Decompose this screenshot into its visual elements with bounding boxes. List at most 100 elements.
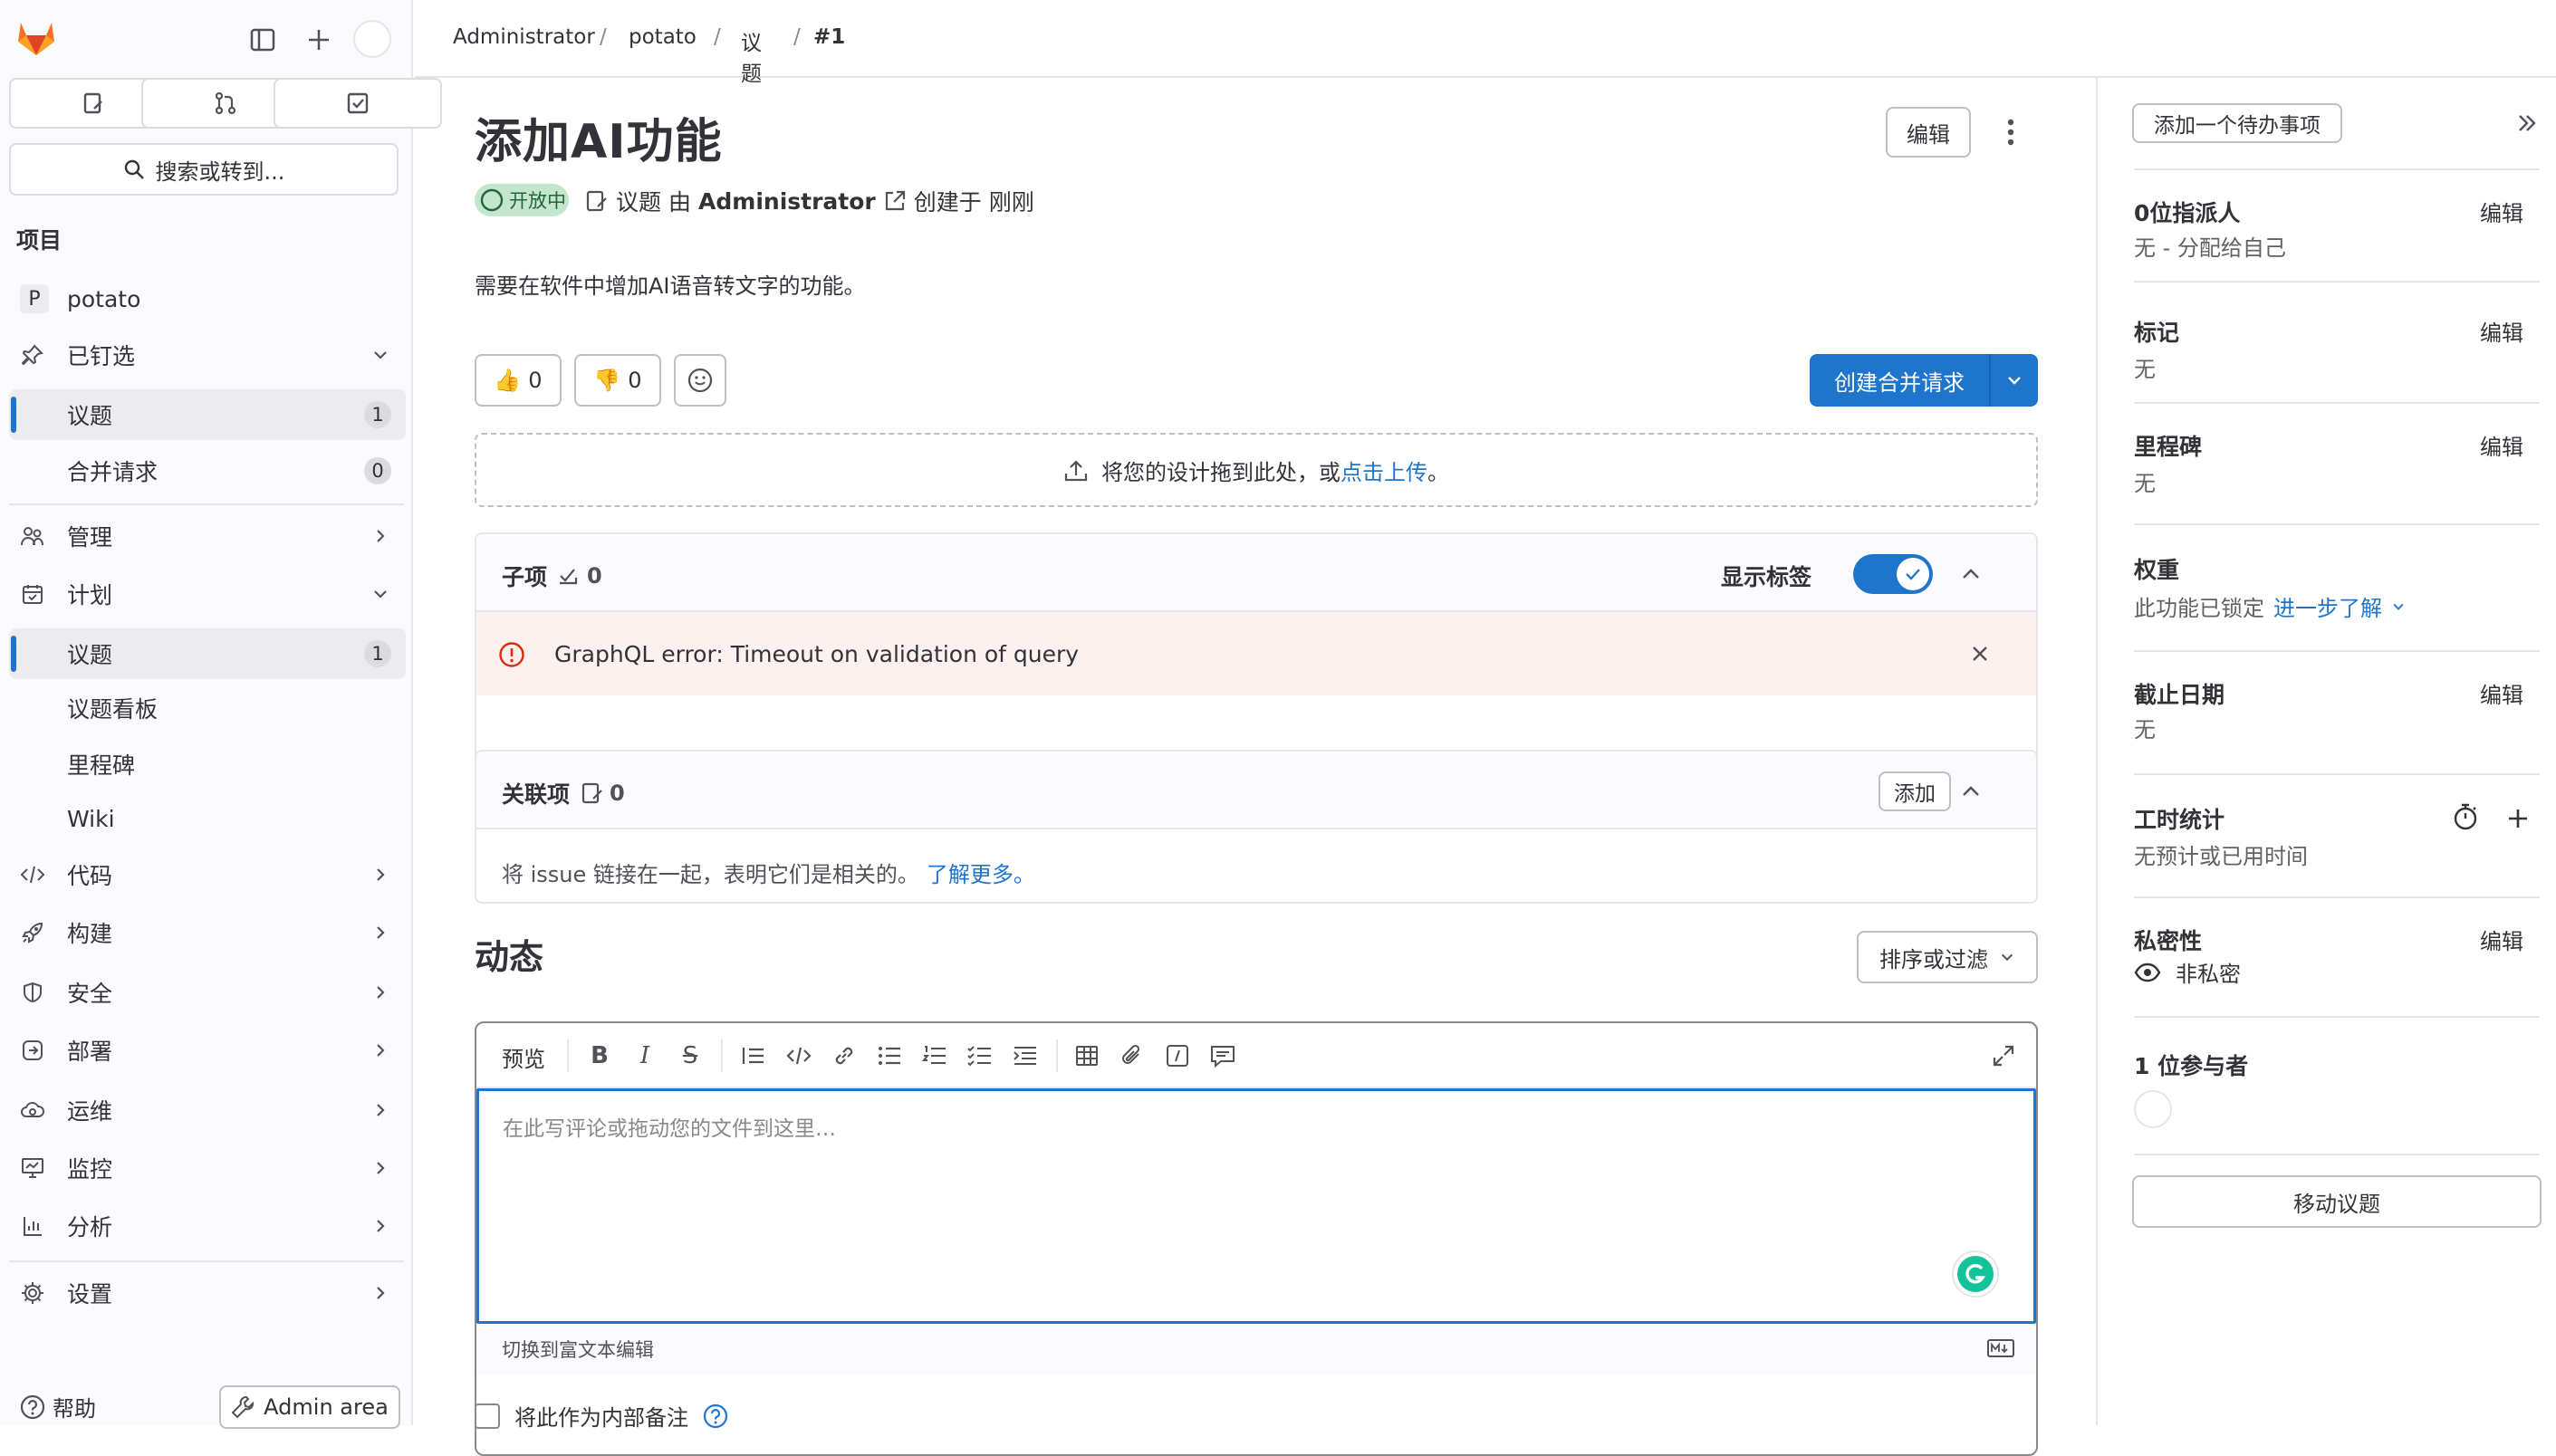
breadcrumb-item-current[interactable]: #1	[813, 25, 845, 49]
comment-template-icon[interactable]	[1210, 1043, 1235, 1068]
slash-command-icon[interactable]	[1165, 1043, 1190, 1068]
create-merge-request-button[interactable]: 创建合并请求	[1810, 354, 2038, 407]
external-link-icon[interactable]	[883, 189, 907, 213]
sidebar-item-monitor[interactable]: 监控	[9, 1143, 406, 1193]
author-link[interactable]: Administrator	[698, 188, 876, 215]
thumbs-down-count: 0	[628, 368, 642, 393]
bold-icon[interactable]: B	[587, 1042, 612, 1069]
strikethrough-icon[interactable]: S	[677, 1042, 703, 1069]
main-content: 添加AI功能 编辑 开放中 议题 由 Administrator 创建于 刚刚 …	[415, 78, 2096, 1456]
chevron-down-icon[interactable]	[1991, 354, 2038, 407]
breadcrumb-separator: /	[600, 25, 607, 49]
sort-filter-dropdown[interactable]: 排序或过滤	[1857, 931, 2038, 983]
italic-icon[interactable]: I	[632, 1042, 658, 1069]
labels-title: 标记	[2134, 320, 2180, 346]
indent-icon[interactable]	[1013, 1043, 1038, 1068]
comment-placeholder: 在此写评论或拖动您的文件到这里…	[503, 1117, 836, 1141]
sidebar-item-label: 分析	[67, 1214, 113, 1240]
sidebar-item-issues[interactable]: 议题 1	[9, 628, 406, 679]
numbered-list-icon[interactable]	[922, 1043, 947, 1068]
milestone-edit-link[interactable]: 编辑	[2480, 429, 2523, 461]
markdown-icon	[1987, 1339, 2014, 1357]
sidebar-item-pinned[interactable]: 已钉选	[9, 330, 406, 380]
assignee-value[interactable]: 无 - 分配给自己	[2134, 230, 2286, 262]
plus-icon[interactable]	[297, 18, 341, 62]
thumbs-down-icon: 👎	[593, 368, 621, 393]
confidentiality-row: 非私密	[2134, 956, 2241, 988]
sidebar-item-milestones[interactable]: 里程碑	[9, 739, 406, 790]
assignee-edit-link[interactable]: 编辑	[2480, 196, 2523, 227]
bullet-list-icon[interactable]	[877, 1043, 902, 1068]
switch-rich-text-link[interactable]: 切换到富文本编辑	[502, 1336, 654, 1363]
add-reaction-button[interactable]	[674, 354, 726, 407]
checklist-icon[interactable]	[967, 1043, 993, 1068]
table-icon[interactable]	[1074, 1043, 1100, 1068]
gitlab-logo-icon[interactable]	[14, 16, 58, 60]
edit-button[interactable]: 编辑	[1886, 107, 1971, 158]
sidebar-item-code[interactable]: 代码	[9, 849, 406, 900]
internal-note-checkbox[interactable]	[475, 1403, 500, 1429]
participant-avatar[interactable]	[2134, 1090, 2172, 1128]
search-button[interactable]: 搜索或转到...	[9, 143, 399, 196]
sidebar-item-wiki[interactable]: Wiki	[9, 793, 406, 844]
weight-learn-more-link[interactable]: 进一步了解	[2273, 590, 2382, 622]
labels-edit-link[interactable]: 编辑	[2480, 315, 2523, 347]
sidebar-item-build[interactable]: 构建	[9, 907, 406, 958]
close-icon[interactable]	[1964, 637, 1996, 670]
help-icon[interactable]	[703, 1403, 728, 1429]
comment-textarea[interactable]: 在此写评论或拖动您的文件到这里…	[476, 1088, 2036, 1324]
add-linked-item-button[interactable]: 添加	[1879, 771, 1951, 811]
left-sidebar: 搜索或转到... 项目 P potato 已钉选 议题 1 合并请求 0 管理 …	[0, 0, 442, 1429]
sidebar-item-security[interactable]: 安全	[9, 967, 406, 1018]
sidebar-item-settings[interactable]: 设置	[9, 1268, 406, 1318]
meta-created-label: 创建于	[913, 189, 982, 216]
preview-tab[interactable]: 预览	[502, 1041, 545, 1073]
check-icon	[1906, 569, 1920, 580]
collapse-sidebar-icon[interactable]	[2511, 107, 2543, 139]
due-date-edit-link[interactable]: 编辑	[2480, 677, 2523, 709]
code-icon[interactable]	[786, 1043, 812, 1068]
sidebar-item-pinned-issues[interactable]: 议题 1	[9, 389, 406, 440]
breadcrumb-item[interactable]: potato	[629, 25, 697, 49]
linked-items-header: 关联项 0 添加	[476, 752, 2036, 829]
collapse-chevron-up-icon[interactable]	[1949, 770, 1993, 813]
page-title: 添加AI功能	[475, 115, 723, 169]
confidentiality-edit-link[interactable]: 编辑	[2480, 924, 2523, 955]
avatar[interactable]	[353, 20, 391, 58]
grammarly-icon[interactable]	[1952, 1250, 1999, 1298]
divider	[2134, 1154, 2540, 1155]
right-sidebar: 添加一个待办事项 0位指派人 编辑 无 - 分配给自己 标记 编辑 无 里程碑 …	[2096, 78, 2556, 1425]
attachment-icon[interactable]	[1119, 1043, 1145, 1068]
design-dropzone[interactable]: 将您的设计拖到此处，或点击上传。	[475, 433, 2038, 507]
quote-icon[interactable]	[741, 1043, 766, 1068]
admin-area-button[interactable]: Admin area	[219, 1385, 400, 1429]
more-actions-icon[interactable]	[1994, 112, 2027, 152]
collapse-chevron-up-icon[interactable]	[1949, 552, 1993, 596]
thumbs-up-button[interactable]: 👍 0	[475, 354, 562, 407]
sidebar-item-manage[interactable]: 管理	[9, 511, 406, 561]
stopwatch-icon[interactable]	[2449, 800, 2482, 833]
sidebar-item-deploy[interactable]: 部署	[9, 1025, 406, 1076]
create-mr-label[interactable]: 创建合并请求	[1810, 354, 1991, 407]
chevron-down-icon[interactable]	[2391, 599, 2406, 614]
show-labels-toggle[interactable]	[1853, 554, 1933, 594]
sidebar-item-issue-boards[interactable]: 议题看板	[9, 683, 406, 733]
sidebar-toggle-icon[interactable]	[241, 18, 284, 62]
thumbs-down-button[interactable]: 👎 0	[574, 354, 661, 407]
smiley-icon	[687, 368, 713, 393]
plus-icon[interactable]	[2502, 802, 2534, 835]
sidebar-item-project[interactable]: P potato	[9, 273, 406, 324]
sidebar-item-analyze[interactable]: 分析	[9, 1201, 406, 1251]
sidebar-item-plan[interactable]: 计划	[9, 569, 406, 619]
move-issue-button[interactable]: 移动议题	[2132, 1175, 2542, 1228]
link-icon[interactable]	[831, 1043, 857, 1068]
help-button[interactable]: 帮助	[20, 1391, 96, 1422]
learn-more-link[interactable]: 了解更多。	[927, 862, 1035, 887]
fullscreen-icon[interactable]	[1991, 1043, 2016, 1068]
sidebar-item-operate[interactable]: 运维	[9, 1085, 406, 1135]
upload-link[interactable]: 点击上传	[1340, 460, 1427, 485]
sidebar-item-pinned-merge-requests[interactable]: 合并请求 0	[9, 445, 406, 496]
sidebar-item-label: 监控	[67, 1156, 113, 1183]
add-todo-button[interactable]: 添加一个待办事项	[2132, 103, 2342, 143]
breadcrumb-item[interactable]: Administrator	[453, 25, 595, 49]
